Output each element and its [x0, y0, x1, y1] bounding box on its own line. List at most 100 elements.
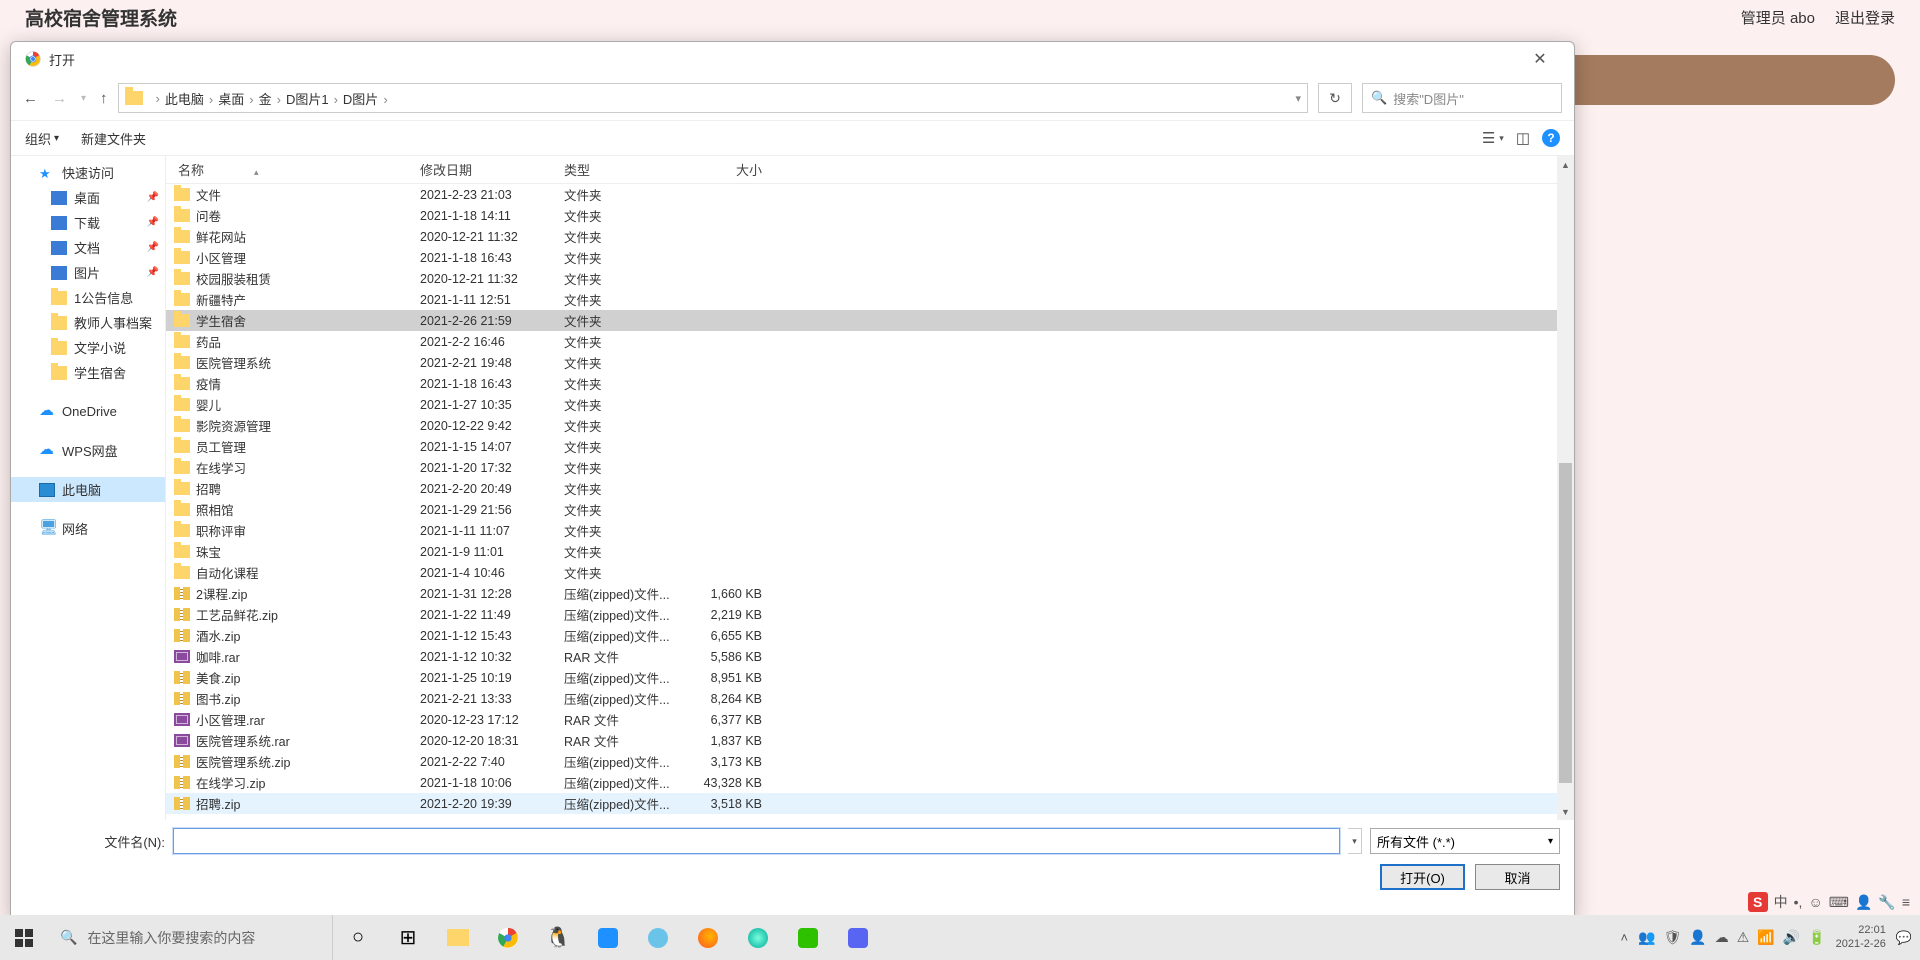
firefox-icon[interactable]: [683, 915, 733, 960]
file-row[interactable]: 图书.zip2021-2-21 13:33压缩(zipped)文件...8,26…: [166, 688, 1574, 709]
file-row[interactable]: 2课程.zip2021-1-31 12:28压缩(zipped)文件...1,6…: [166, 583, 1574, 604]
file-row[interactable]: 招聘.zip2021-2-20 19:39压缩(zipped)文件...3,51…: [166, 793, 1574, 814]
scroll-down-icon[interactable]: ▼: [1557, 803, 1574, 820]
nav-back-icon[interactable]: ←: [23, 90, 38, 107]
tree-item[interactable]: ☁WPS网盘: [11, 438, 165, 463]
file-row[interactable]: 招聘2021-2-20 20:49文件夹: [166, 478, 1574, 499]
tray-icon[interactable]: ☁: [1715, 929, 1729, 946]
tray-icon[interactable]: 👤: [1689, 929, 1706, 946]
ime-emoji-icon[interactable]: ☺: [1808, 894, 1822, 910]
scroll-thumb[interactable]: [1559, 463, 1572, 783]
file-row[interactable]: 问卷2021-1-18 14:11文件夹: [166, 205, 1574, 226]
tree-item[interactable]: 教师人事档案: [11, 310, 165, 335]
breadcrumb[interactable]: 金: [259, 92, 272, 107]
wechat-icon[interactable]: [783, 915, 833, 960]
tree-item[interactable]: 图片📌: [11, 260, 165, 285]
file-row[interactable]: 医院管理系统.zip2021-2-22 7:40压缩(zipped)文件...3…: [166, 751, 1574, 772]
app-icon-4[interactable]: [833, 915, 883, 960]
nav-recent-icon[interactable]: ▾: [81, 93, 86, 104]
preview-pane-button[interactable]: ◫: [1516, 129, 1530, 147]
file-row[interactable]: 在线学习.zip2021-1-18 10:06压缩(zipped)文件...43…: [166, 772, 1574, 793]
ime-settings-icon[interactable]: ≡: [1902, 894, 1910, 910]
ime-keyboard-icon[interactable]: ⌨: [1829, 894, 1849, 911]
new-folder-button[interactable]: 新建文件夹: [81, 129, 146, 148]
file-row[interactable]: 照相馆2021-1-29 21:56文件夹: [166, 499, 1574, 520]
col-date[interactable]: 修改日期: [420, 160, 564, 179]
file-row[interactable]: 医院管理系统2021-2-21 19:48文件夹: [166, 352, 1574, 373]
scrollbar[interactable]: ▲ ▼: [1557, 156, 1574, 820]
breadcrumb[interactable]: D图片1: [286, 92, 329, 107]
file-row[interactable]: 疫情2021-1-18 16:43文件夹: [166, 373, 1574, 394]
file-row[interactable]: 职称评审2021-1-11 11:07文件夹: [166, 520, 1574, 541]
dialog-cancel-button[interactable]: 取消: [1475, 864, 1560, 890]
tree-item[interactable]: 下载📌: [11, 210, 165, 235]
app-icon-1[interactable]: [583, 915, 633, 960]
filename-input[interactable]: [173, 828, 1340, 854]
file-row[interactable]: 学生宿舍2021-2-26 21:59文件夹: [166, 310, 1574, 331]
refresh-button[interactable]: ↻: [1318, 83, 1352, 113]
file-row[interactable]: 工艺品鲜花.zip2021-1-22 11:49压缩(zipped)文件...2…: [166, 604, 1574, 625]
file-row[interactable]: 药品2021-2-2 16:46文件夹: [166, 331, 1574, 352]
file-row[interactable]: 鲜花网站2020-12-21 11:32文件夹: [166, 226, 1574, 247]
start-button[interactable]: [0, 915, 48, 960]
tray-chevron-icon[interactable]: ˄: [1621, 930, 1629, 945]
tray-icon[interactable]: ⚠: [1737, 929, 1750, 946]
address-bar[interactable]: › 此电脑›桌面›金›D图片1›D图片› ▾: [118, 83, 1308, 113]
cortana-icon[interactable]: ○: [333, 915, 383, 960]
file-row[interactable]: 小区管理.rar2020-12-23 17:12RAR 文件6,377 KB: [166, 709, 1574, 730]
ime-tool-icon[interactable]: 🔧: [1878, 894, 1895, 911]
tree-item[interactable]: 学生宿舍: [11, 360, 165, 385]
breadcrumb[interactable]: D图片: [343, 92, 378, 107]
file-row[interactable]: 在线学习2021-1-20 17:32文件夹: [166, 457, 1574, 478]
ime-toolbar[interactable]: S 中 •, ☺ ⌨ 👤 🔧 ≡: [1748, 892, 1910, 912]
file-row[interactable]: 美食.zip2021-1-25 10:19压缩(zipped)文件...8,95…: [166, 667, 1574, 688]
help-icon[interactable]: ?: [1542, 129, 1560, 147]
logout-link[interactable]: 退出登录: [1835, 7, 1895, 28]
organize-button[interactable]: 组织▾: [25, 129, 59, 148]
nav-forward-icon[interactable]: →: [52, 90, 67, 107]
tree-item[interactable]: 1公告信息: [11, 285, 165, 310]
tray-icon[interactable]: 👥: [1638, 929, 1655, 946]
col-name[interactable]: 名称▴: [174, 160, 420, 179]
tree-item[interactable]: 文学小说: [11, 335, 165, 360]
taskview-icon[interactable]: ⊞: [383, 915, 433, 960]
app-icon-2[interactable]: [633, 915, 683, 960]
file-row[interactable]: 自动化课程2021-1-4 10:46文件夹: [166, 562, 1574, 583]
file-row[interactable]: 酒水.zip2021-1-12 15:43压缩(zipped)文件...6,65…: [166, 625, 1574, 646]
file-filter-select[interactable]: 所有文件 (*.*)▾: [1370, 828, 1560, 854]
file-row[interactable]: 新疆特产2021-1-11 12:51文件夹: [166, 289, 1574, 310]
file-row[interactable]: 医院管理系统.rar2020-12-20 18:31RAR 文件1,837 KB: [166, 730, 1574, 751]
file-row[interactable]: 员工管理2021-1-15 14:07文件夹: [166, 436, 1574, 457]
app-icon-3[interactable]: [733, 915, 783, 960]
col-size[interactable]: 大小: [682, 160, 772, 179]
file-explorer-icon[interactable]: [433, 915, 483, 960]
file-row[interactable]: 咖啡.rar2021-1-12 10:32RAR 文件5,586 KB: [166, 646, 1574, 667]
filename-dropdown-icon[interactable]: ▾: [1348, 828, 1362, 854]
chrome-taskbar-icon[interactable]: [483, 915, 533, 960]
ime-lang[interactable]: 中: [1774, 892, 1788, 912]
tree-item[interactable]: ★快速访问: [11, 160, 165, 185]
file-row[interactable]: 小区管理2021-1-18 16:43文件夹: [166, 247, 1574, 268]
sogou-icon[interactable]: S: [1748, 892, 1768, 912]
addr-dropdown-icon[interactable]: ▾: [1295, 92, 1301, 105]
view-mode-button[interactable]: ☰ ▾: [1482, 129, 1504, 147]
notifications-icon[interactable]: 💬: [1896, 930, 1912, 946]
tray-battery-icon[interactable]: 🔋: [1808, 929, 1825, 946]
file-row[interactable]: 校园服装租赁2020-12-21 11:32文件夹: [166, 268, 1574, 289]
tree-item[interactable]: 文档📌: [11, 235, 165, 260]
tray-icon[interactable]: 🛡: [1664, 929, 1682, 946]
search-input[interactable]: 🔍 搜索"D图片": [1362, 83, 1562, 113]
ime-punct-icon[interactable]: •,: [1794, 894, 1803, 910]
nav-up-icon[interactable]: ↑: [100, 90, 108, 107]
taskbar-search[interactable]: 🔍 在这里输入你要搜索的内容: [48, 915, 333, 960]
taskbar-clock[interactable]: 22:01 2021-2-26: [1836, 924, 1886, 950]
qq-icon[interactable]: 🐧: [533, 915, 583, 960]
file-row[interactable]: 文件2021-2-23 21:03文件夹: [166, 184, 1574, 205]
scroll-up-icon[interactable]: ▲: [1557, 156, 1574, 173]
tree-item[interactable]: ☁OneDrive: [11, 399, 165, 424]
file-row[interactable]: 婴儿2021-1-27 10:35文件夹: [166, 394, 1574, 415]
breadcrumb[interactable]: 此电脑: [165, 92, 204, 107]
tree-item[interactable]: 此电脑: [11, 477, 165, 502]
ime-user-icon[interactable]: 👤: [1855, 894, 1872, 911]
tray-volume-icon[interactable]: 🔊: [1783, 929, 1800, 946]
